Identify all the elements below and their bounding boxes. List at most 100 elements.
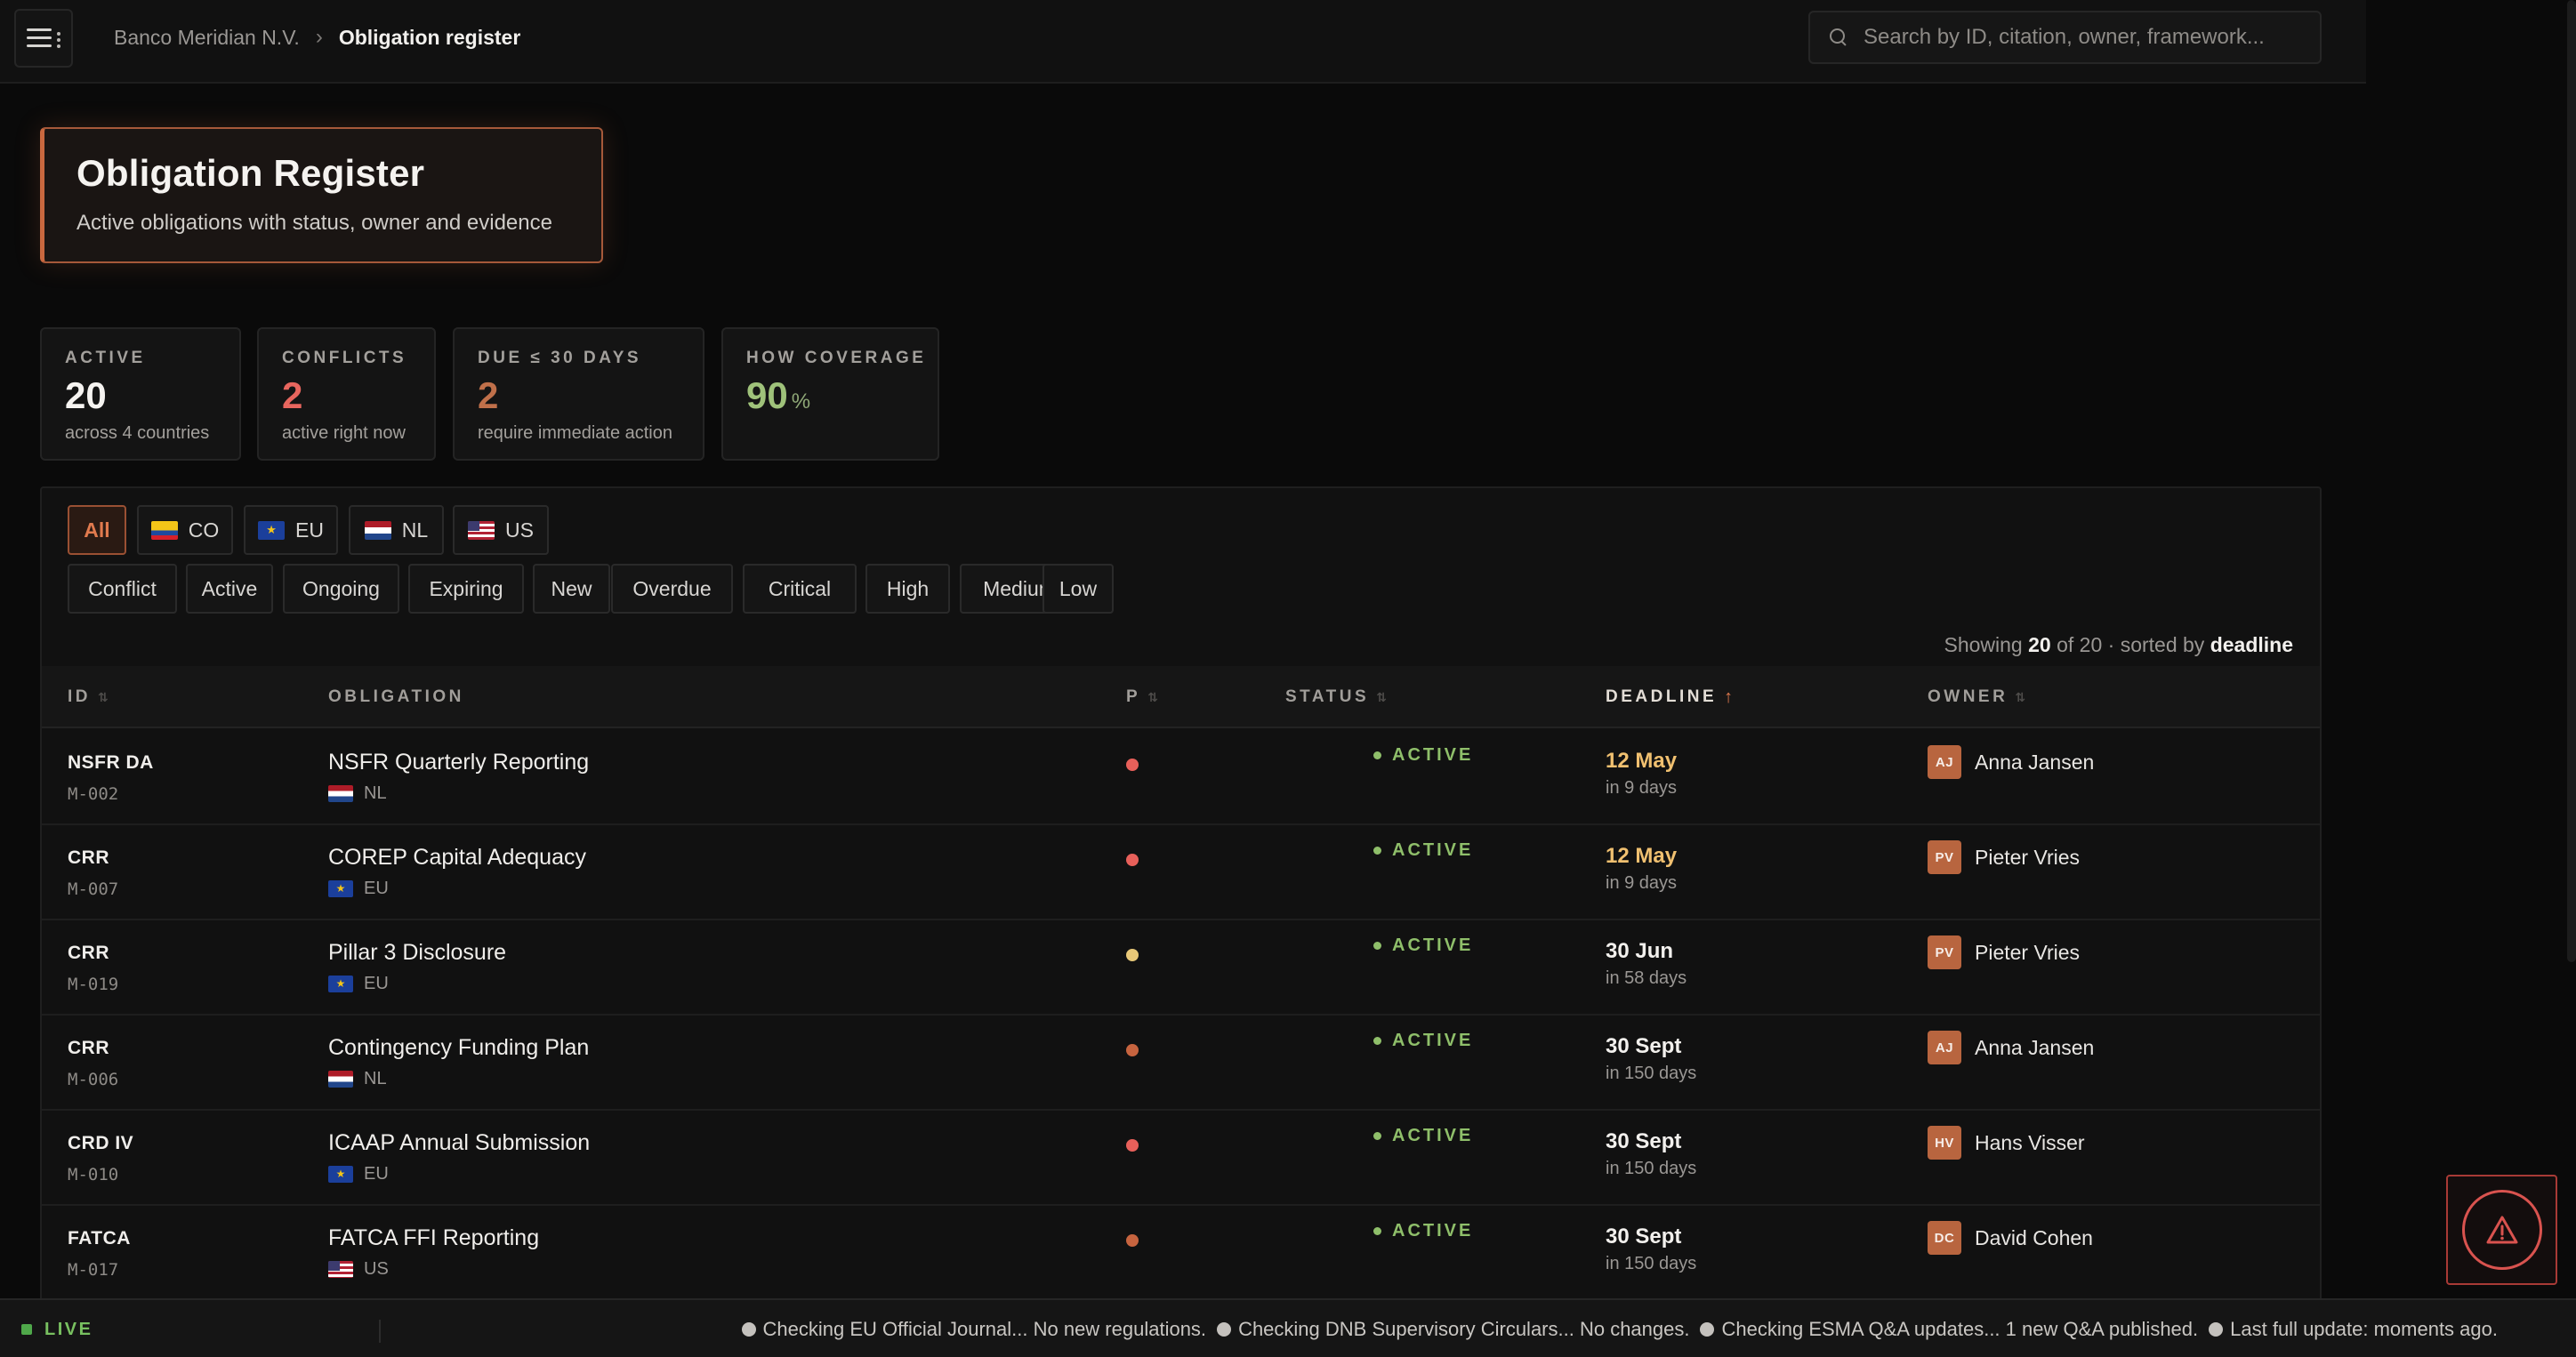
status-badge: ACTIVE xyxy=(1373,840,1473,861)
filter-conflict[interactable]: Conflict xyxy=(68,564,177,614)
summary-middle: of 20 · sorted by xyxy=(2057,633,2205,656)
page-header-card: Obligation Register Active obligations w… xyxy=(40,127,603,263)
status-badge: ACTIVE xyxy=(1373,1221,1473,1241)
filter-us[interactable]: US xyxy=(453,505,549,555)
filter-ongoing[interactable]: Ongoing xyxy=(283,564,399,614)
status-divider xyxy=(379,1320,381,1343)
filter-label: Low xyxy=(1059,576,1098,600)
table-row[interactable]: CRR M-006 Contingency Funding Plan NL ACTIVE… xyxy=(42,1016,2320,1111)
status-badge: ACTIVE xyxy=(1373,745,1473,766)
obligation-title[interactable]: Pillar 3 Disclosure xyxy=(328,940,506,966)
deadline-relative: in 150 days xyxy=(1606,1064,1697,1083)
obligation-country: EU xyxy=(328,879,389,899)
search-input[interactable] xyxy=(1864,25,2308,50)
obligation-title[interactable]: Contingency Funding Plan xyxy=(328,1035,589,1061)
filter-eu[interactable]: EU xyxy=(244,505,338,555)
filter-new[interactable]: New xyxy=(533,564,610,614)
obligation-title[interactable]: ICAAP Annual Submission xyxy=(328,1130,590,1156)
ticker-item: Last full update: moments ago. xyxy=(2230,1318,2498,1340)
stat-card-conflicts: CONFLICTS 2 active right now xyxy=(257,327,436,461)
owner-name[interactable]: Anna Jansen xyxy=(1975,751,2094,775)
obligation-id: CRR xyxy=(68,1038,109,1058)
deadline-relative: in 58 days xyxy=(1606,968,1687,988)
filter-nl[interactable]: NL xyxy=(349,505,444,555)
avatar: PV xyxy=(1928,935,1961,969)
breadcrumb-org[interactable]: Banco Meridian N.V. xyxy=(114,26,300,50)
obligation-code: M-007 xyxy=(68,879,119,899)
menu-button[interactable] xyxy=(14,9,73,68)
sort-icon: ⇅ xyxy=(98,689,109,704)
obligation-title[interactable]: FATCA FFI Reporting xyxy=(328,1225,539,1251)
search-box[interactable] xyxy=(1808,11,2322,64)
column-header-obligation: OBLIGATION xyxy=(328,666,464,728)
stat-card-due: DUE ≤ 30 DAYS 2 require immediate action xyxy=(453,327,704,461)
obligation-country: NL xyxy=(328,1069,387,1089)
filter-critical[interactable]: Critical xyxy=(743,564,857,614)
summary-sort: deadline xyxy=(2210,633,2293,656)
flag-nl-icon xyxy=(328,785,353,802)
avatar: PV xyxy=(1928,840,1961,874)
obligation-country: EU xyxy=(328,1164,389,1184)
stat-label: HOW COVERAGE xyxy=(746,349,927,367)
sort-icon: ⇅ xyxy=(2015,689,2026,704)
priority-dot xyxy=(1126,949,1139,961)
deadline-relative: in 9 days xyxy=(1606,778,1678,798)
owner-name[interactable]: Pieter Vries xyxy=(1975,846,2080,870)
obligation-country: NL xyxy=(328,783,387,804)
obligation-code: M-017 xyxy=(68,1260,119,1280)
table-row[interactable]: CRR M-007 COREP Capital Adequacy EU ACTIVE 12… xyxy=(42,825,2320,920)
obligation-id: CRR xyxy=(68,847,109,868)
stat-card-active: ACTIVE 20 across 4 countries xyxy=(40,327,241,461)
stat-value: 2 xyxy=(282,374,303,416)
obligation-code: M-010 xyxy=(68,1165,119,1184)
sort-icon: ⇅ xyxy=(1376,689,1387,704)
filter-all[interactable]: All xyxy=(68,505,126,555)
table-row[interactable]: NSFR DA M-002 NSFR Quarterly Reporting NL AC… xyxy=(42,730,2320,825)
alert-button[interactable] xyxy=(2446,1175,2557,1285)
priority-dot xyxy=(1126,1139,1139,1152)
owner-name[interactable]: David Cohen xyxy=(1975,1226,2093,1250)
filter-expiring[interactable]: Expiring xyxy=(408,564,524,614)
owner-name[interactable]: Anna Jansen xyxy=(1975,1036,2094,1060)
results-summary: Showing 20 of 20 · sorted by deadline xyxy=(1944,633,2293,657)
owner-name[interactable]: Pieter Vries xyxy=(1975,941,2080,965)
filter-label: EU xyxy=(295,518,324,542)
column-header-deadline[interactable]: DEADLINE ↑ xyxy=(1606,666,1733,728)
flag-eu-icon xyxy=(328,880,353,897)
status-dot-icon xyxy=(1373,751,1381,759)
obligation-code: M-019 xyxy=(68,975,119,994)
table-row[interactable]: CRR M-019 Pillar 3 Disclosure EU ACTIVE 30 Ju… xyxy=(42,920,2320,1016)
column-label: DEADLINE xyxy=(1606,687,1718,706)
country-code: NL xyxy=(364,783,387,803)
deadline-relative: in 150 days xyxy=(1606,1159,1697,1178)
filter-overdue[interactable]: Overdue xyxy=(611,564,733,614)
column-label: P xyxy=(1126,687,1141,706)
stat-value: 90% xyxy=(746,377,938,414)
ticker-item: Checking EU Official Journal... No new r… xyxy=(762,1318,1207,1340)
page-scrollbar[interactable] xyxy=(2567,0,2576,962)
filter-co[interactable]: CO xyxy=(137,505,233,555)
column-header-owner[interactable]: OWNER ⇅ xyxy=(1928,666,2025,728)
filter-active[interactable]: Active xyxy=(186,564,273,614)
column-header-id[interactable]: ID ⇅ xyxy=(68,666,109,728)
table-row[interactable]: FATCA M-017 FATCA FFI Reporting US ACTIVE 30 … xyxy=(42,1206,2320,1301)
column-label: STATUS xyxy=(1285,687,1370,706)
flag-co-icon xyxy=(150,520,178,540)
column-header-status[interactable]: STATUS ⇅ xyxy=(1285,666,1387,728)
obligation-title[interactable]: NSFR Quarterly Reporting xyxy=(328,750,589,775)
owner-name[interactable]: Hans Visser xyxy=(1975,1131,2085,1155)
deadline-relative: in 150 days xyxy=(1606,1254,1697,1273)
column-header-priority[interactable]: P ⇅ xyxy=(1126,666,1158,728)
obligation-title[interactable]: COREP Capital Adequacy xyxy=(328,845,586,871)
filter-low[interactable]: Low xyxy=(1042,564,1114,614)
deadline-date: 30 Sept xyxy=(1606,1225,1682,1249)
obligation-country: EU xyxy=(328,974,389,994)
ticker-dot-icon xyxy=(1700,1322,1715,1337)
status-dot-icon xyxy=(1373,1037,1381,1045)
table-row[interactable]: CRD IV M-010 ICAAP Annual Submission EU ACTI… xyxy=(42,1111,2320,1206)
ticker-dot-icon xyxy=(1217,1322,1232,1337)
status-dot-icon xyxy=(1373,847,1381,855)
status-badge: ACTIVE xyxy=(1373,1126,1473,1146)
filter-high[interactable]: High xyxy=(865,564,950,614)
obligation-id: CRD IV xyxy=(68,1133,134,1153)
